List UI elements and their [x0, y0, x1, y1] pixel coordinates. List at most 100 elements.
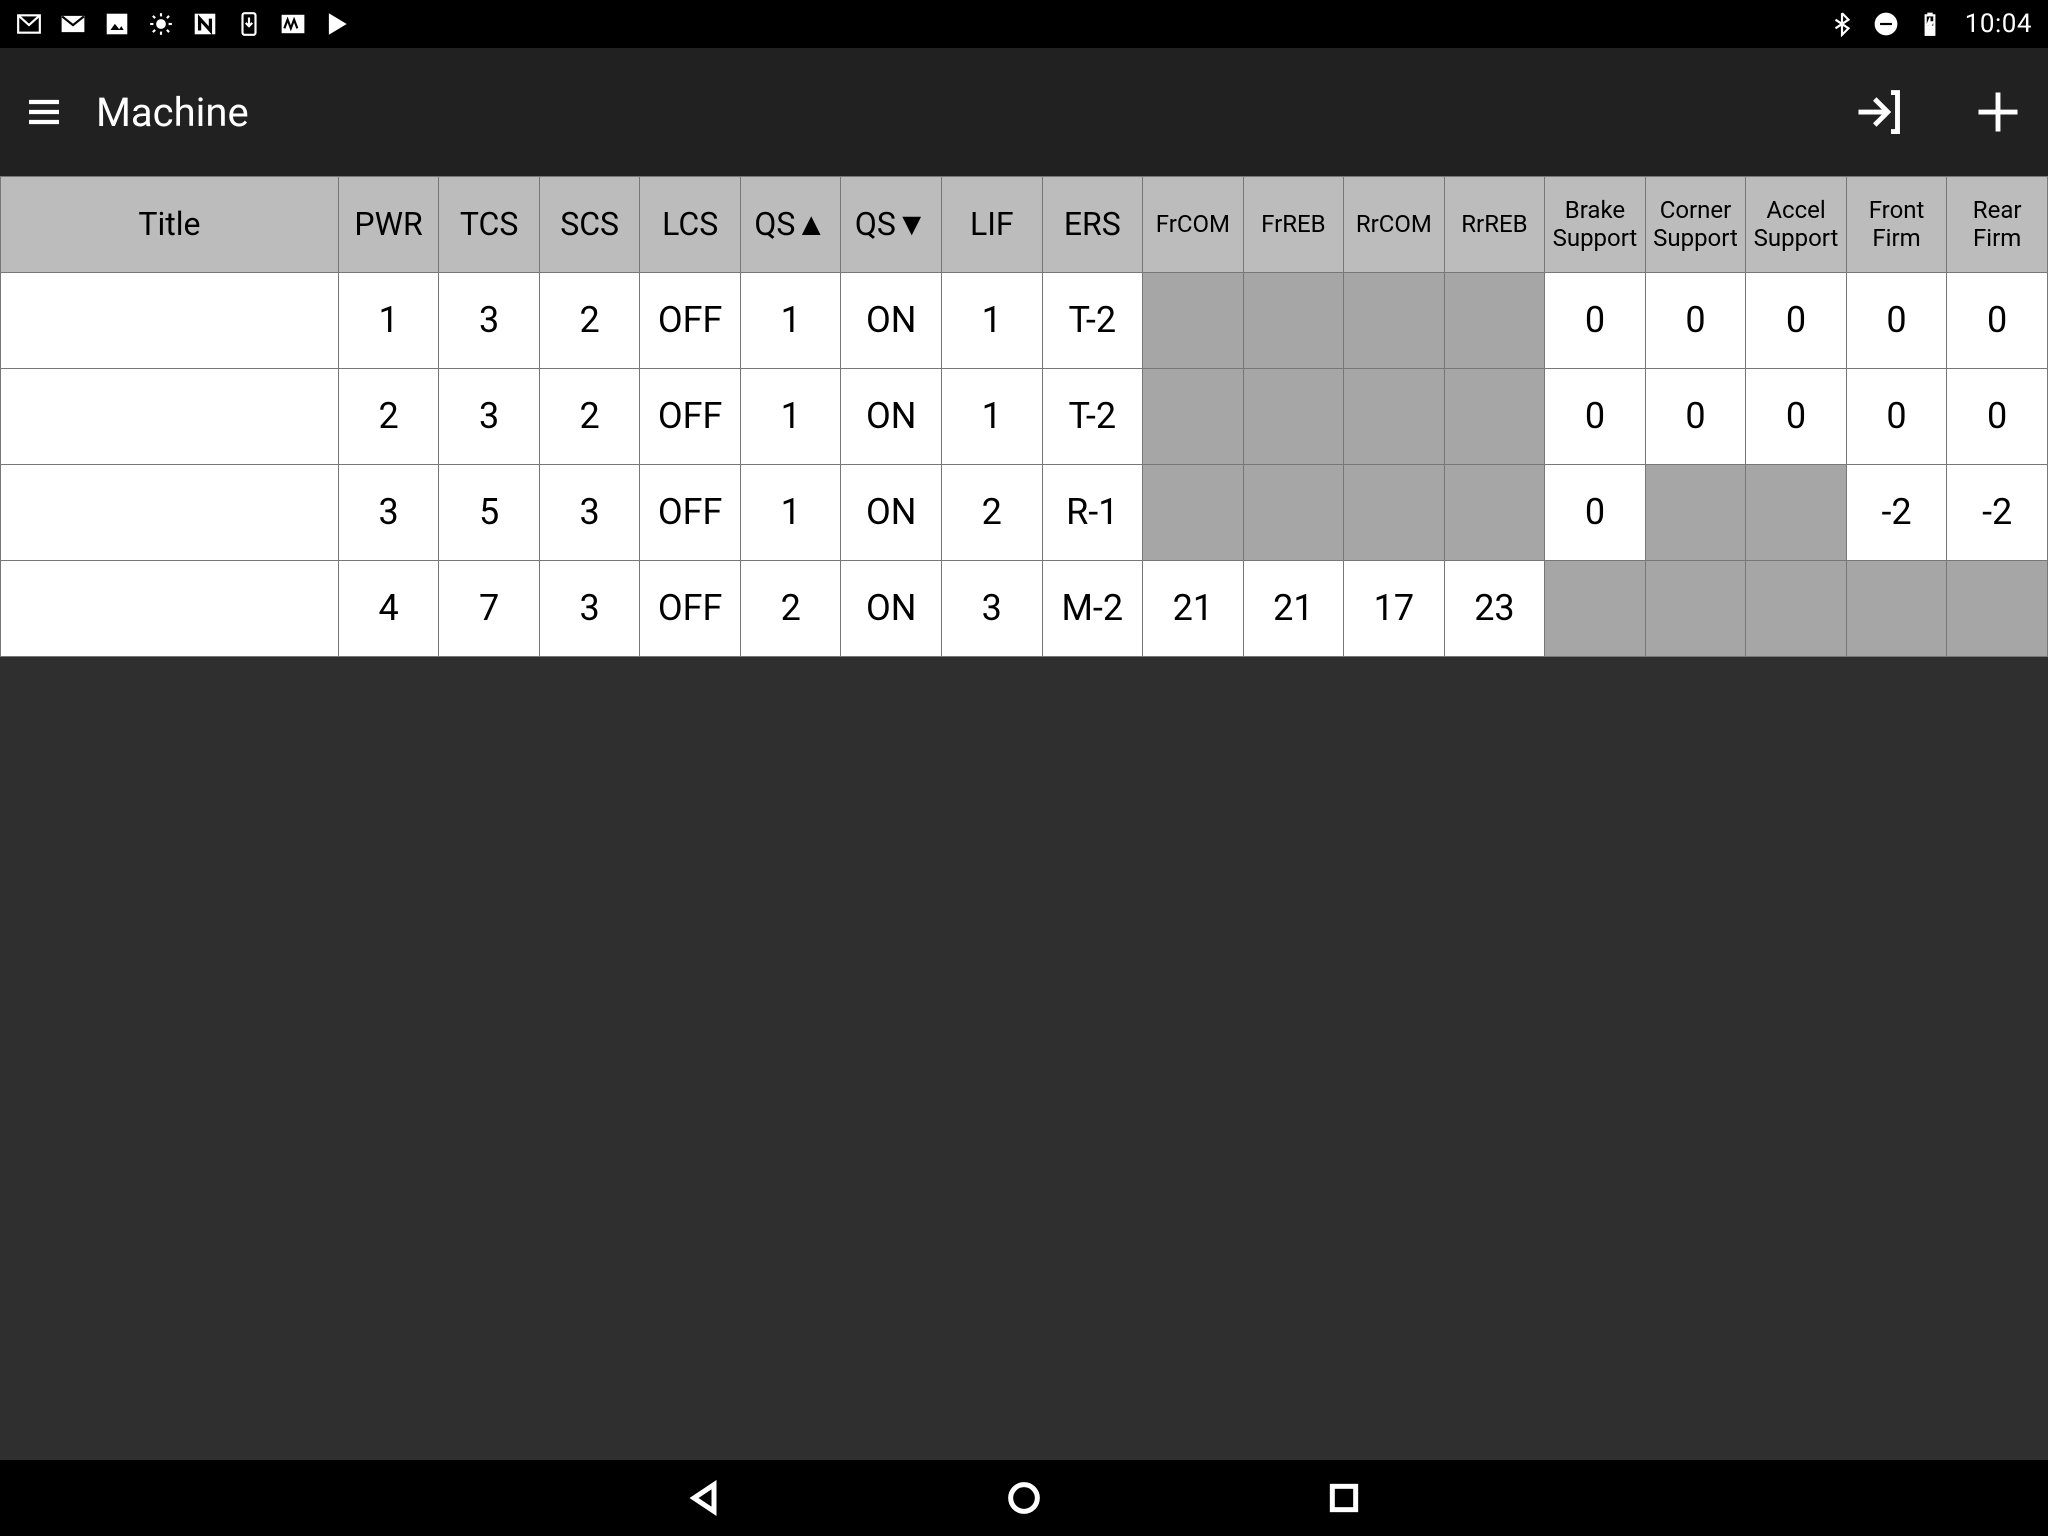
table-cell[interactable]: 2: [539, 273, 640, 369]
table-cell[interactable]: 3: [439, 369, 540, 465]
table-cell[interactable]: 0: [1545, 273, 1646, 369]
column-header[interactable]: QS▼: [841, 177, 942, 273]
table-cell[interactable]: [1545, 561, 1646, 657]
table-cell[interactable]: 0: [1846, 369, 1947, 465]
table-cell[interactable]: [1645, 465, 1746, 561]
table-cell[interactable]: 0: [1746, 273, 1847, 369]
table-cell[interactable]: ON: [841, 561, 942, 657]
table-cell[interactable]: [1344, 465, 1445, 561]
settings-table-wrapper[interactable]: TitlePWRTCSSCSLCSQS▲QS▼LIFERSFrCOMFrREBR…: [0, 176, 2048, 1460]
table-cell[interactable]: [1243, 369, 1344, 465]
column-header[interactable]: FrREB: [1243, 177, 1344, 273]
table-cell[interactable]: OFF: [640, 561, 741, 657]
table-cell[interactable]: [1, 465, 339, 561]
table-cell[interactable]: [1143, 369, 1244, 465]
table-cell[interactable]: 3: [942, 561, 1043, 657]
table-cell[interactable]: [1444, 273, 1545, 369]
table-cell[interactable]: [1444, 465, 1545, 561]
table-cell[interactable]: ON: [841, 273, 942, 369]
table-cell[interactable]: OFF: [640, 465, 741, 561]
table-cell[interactable]: 0: [1947, 369, 2048, 465]
table-cell[interactable]: ON: [841, 465, 942, 561]
table-cell[interactable]: [1746, 561, 1847, 657]
table-cell[interactable]: 0: [1645, 369, 1746, 465]
table-cell[interactable]: 4: [338, 561, 439, 657]
table-cell[interactable]: [1846, 561, 1947, 657]
table-cell[interactable]: [1344, 273, 1445, 369]
column-header[interactable]: ERS: [1042, 177, 1143, 273]
column-header[interactable]: LIF: [942, 177, 1043, 273]
table-cell[interactable]: 1: [740, 369, 841, 465]
table-cell[interactable]: [1, 273, 339, 369]
table-cell[interactable]: [1444, 369, 1545, 465]
table-cell[interactable]: M-2: [1042, 561, 1143, 657]
table-cell[interactable]: -2: [1846, 465, 1947, 561]
back-button[interactable]: [684, 1478, 724, 1518]
export-button[interactable]: [1852, 86, 1904, 138]
table-cell[interactable]: 3: [439, 273, 540, 369]
table-cell[interactable]: 21: [1243, 561, 1344, 657]
table-cell[interactable]: 0: [1545, 465, 1646, 561]
table-cell[interactable]: ON: [841, 369, 942, 465]
column-header[interactable]: Title: [1, 177, 339, 273]
table-cell[interactable]: 17: [1344, 561, 1445, 657]
table-cell[interactable]: 21: [1143, 561, 1244, 657]
column-header[interactable]: TCS: [439, 177, 540, 273]
table-cell[interactable]: 7: [439, 561, 540, 657]
table-cell[interactable]: [1746, 465, 1847, 561]
table-cell[interactable]: [1143, 273, 1244, 369]
table-cell[interactable]: 1: [740, 465, 841, 561]
column-header[interactable]: RrREB: [1444, 177, 1545, 273]
table-cell[interactable]: 3: [539, 465, 640, 561]
column-header[interactable]: BrakeSupport: [1545, 177, 1646, 273]
table-cell[interactable]: [1344, 369, 1445, 465]
table-cell[interactable]: 3: [539, 561, 640, 657]
table-cell[interactable]: R-1: [1042, 465, 1143, 561]
table-cell[interactable]: 3: [338, 465, 439, 561]
table-cell[interactable]: 2: [539, 369, 640, 465]
table-row[interactable]: 132OFF1ON1T-200000: [1, 273, 2048, 369]
column-header[interactable]: QS▲: [740, 177, 841, 273]
column-header[interactable]: FrontFirm: [1846, 177, 1947, 273]
table-cell[interactable]: 1: [942, 369, 1043, 465]
table-cell[interactable]: [1947, 561, 2048, 657]
table-row[interactable]: 353OFF1ON2R-10-2-2: [1, 465, 2048, 561]
table-cell[interactable]: T-2: [1042, 369, 1143, 465]
table-cell[interactable]: OFF: [640, 273, 741, 369]
table-cell[interactable]: 0: [1947, 273, 2048, 369]
table-cell[interactable]: T-2: [1042, 273, 1143, 369]
table-cell[interactable]: 2: [740, 561, 841, 657]
table-cell[interactable]: [1, 369, 339, 465]
table-row[interactable]: 232OFF1ON1T-200000: [1, 369, 2048, 465]
column-header[interactable]: PWR: [338, 177, 439, 273]
table-cell[interactable]: [1645, 561, 1746, 657]
column-header[interactable]: RearFirm: [1947, 177, 2048, 273]
table-cell[interactable]: [1243, 273, 1344, 369]
table-cell[interactable]: 0: [1645, 273, 1746, 369]
table-cell[interactable]: OFF: [640, 369, 741, 465]
table-row[interactable]: 473OFF2ON3M-221211723: [1, 561, 2048, 657]
column-header[interactable]: AccelSupport: [1746, 177, 1847, 273]
column-header[interactable]: RrCOM: [1344, 177, 1445, 273]
table-cell[interactable]: 0: [1746, 369, 1847, 465]
table-cell[interactable]: [1, 561, 339, 657]
column-header[interactable]: FrCOM: [1143, 177, 1244, 273]
table-cell[interactable]: -2: [1947, 465, 2048, 561]
column-header[interactable]: SCS: [539, 177, 640, 273]
table-cell[interactable]: [1143, 465, 1244, 561]
table-cell[interactable]: 0: [1545, 369, 1646, 465]
overview-button[interactable]: [1324, 1478, 1364, 1518]
column-header[interactable]: LCS: [640, 177, 741, 273]
table-cell[interactable]: 23: [1444, 561, 1545, 657]
table-cell[interactable]: 1: [338, 273, 439, 369]
add-button[interactable]: [1972, 86, 2024, 138]
column-header[interactable]: CornerSupport: [1645, 177, 1746, 273]
table-cell[interactable]: 2: [942, 465, 1043, 561]
table-cell[interactable]: 2: [338, 369, 439, 465]
table-cell[interactable]: 0: [1846, 273, 1947, 369]
menu-button[interactable]: [24, 92, 64, 132]
table-cell[interactable]: 1: [942, 273, 1043, 369]
table-cell[interactable]: [1243, 465, 1344, 561]
table-cell[interactable]: 5: [439, 465, 540, 561]
home-button[interactable]: [1004, 1478, 1044, 1518]
